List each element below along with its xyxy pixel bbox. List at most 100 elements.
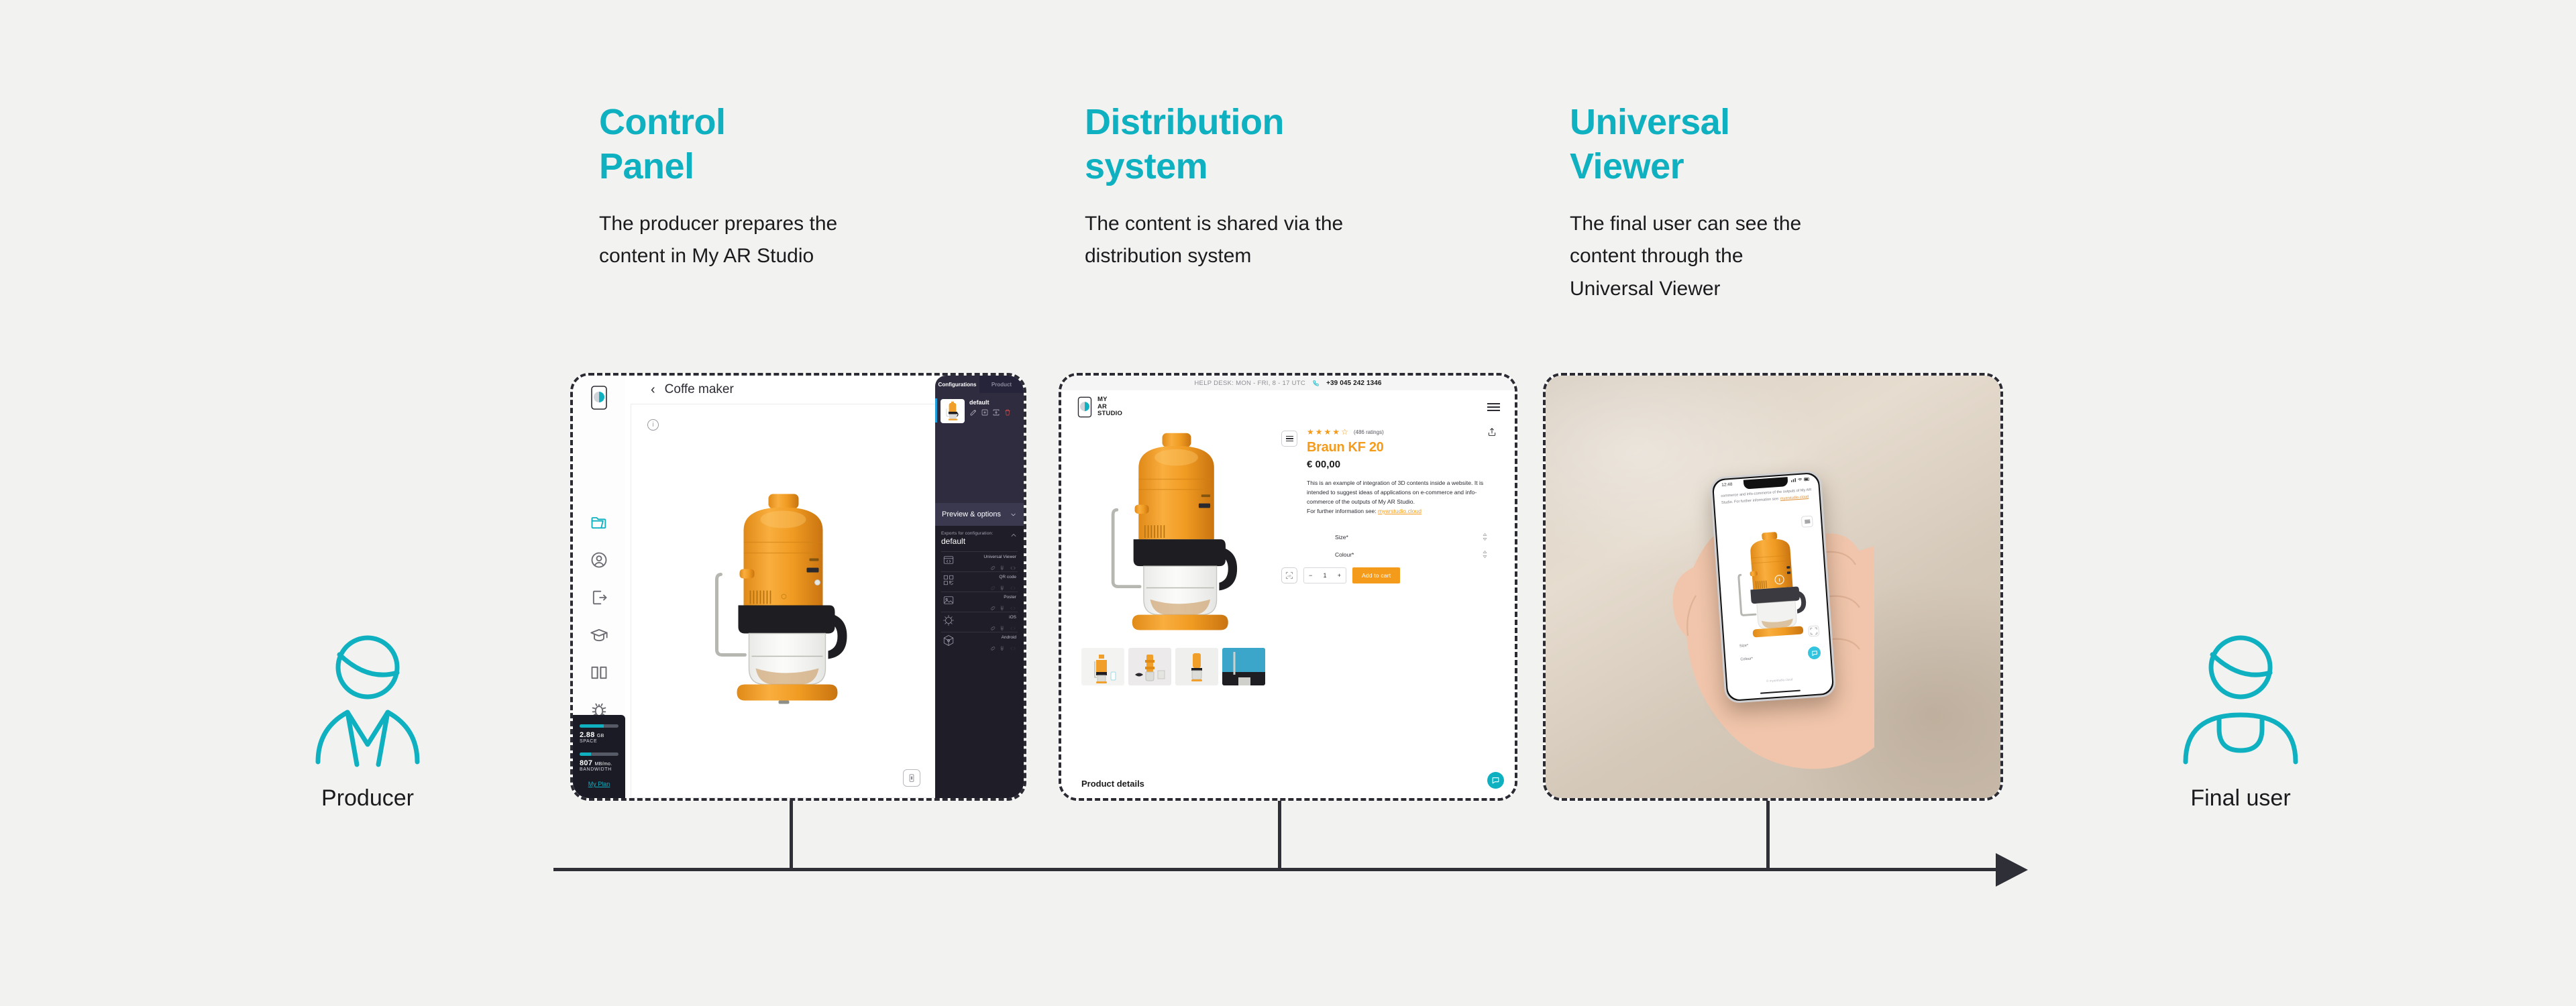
- phone-notch: [1743, 477, 1788, 490]
- code-window-icon: [943, 554, 955, 569]
- link-icon[interactable]: [989, 643, 996, 655]
- final-user-avatar-icon: [2183, 635, 2298, 765]
- option-label: Colour*: [1335, 551, 1354, 558]
- graduation-cap-icon[interactable]: [590, 626, 608, 645]
- product-section: ★ ★ ★ ★ ☆ (486 ratings) Braun KF 20 € 00…: [1061, 424, 1515, 638]
- thumbnail[interactable]: [1081, 648, 1124, 685]
- actor-final-user: Final user: [2127, 630, 2355, 812]
- my-plan-link[interactable]: My Plan: [580, 781, 619, 787]
- column-description: The producer prepares the content in My …: [599, 212, 838, 268]
- help-desk-phone[interactable]: +39 045 242 1346: [1326, 380, 1382, 387]
- folder-icon[interactable]: [590, 513, 608, 532]
- duplicate-icon[interactable]: [981, 408, 989, 416]
- viewer-credit: © myarstudio.cloud: [1766, 677, 1793, 683]
- chevron-up-icon[interactable]: [1010, 531, 1018, 539]
- status-time: 12:48: [1721, 482, 1733, 488]
- distribution-website-screenshot: HELP DESK: MON - FRI, 8 - 17 UTC +39 045…: [1059, 373, 1517, 801]
- bandwidth-label: BANDWIDTH: [580, 767, 612, 772]
- image-icon: [943, 594, 955, 610]
- option-colour[interactable]: Colour*: [1281, 546, 1500, 563]
- logo-line-3: STUDIO: [1097, 410, 1123, 418]
- export-row: Poster: [941, 592, 1018, 612]
- website-navbar: MY AR STUDIO: [1061, 390, 1515, 424]
- timeline-tick-viewer: [1766, 801, 1770, 871]
- coffee-maker-3d-model[interactable]: [1733, 525, 1813, 649]
- view-in-ar-icon[interactable]: [1808, 625, 1820, 637]
- column-title: Control Panel: [599, 102, 726, 186]
- my-ar-studio-logo[interactable]: MY AR STUDIO: [1076, 396, 1122, 418]
- option-size[interactable]: Size*: [1281, 528, 1500, 546]
- bandwidth-value: 807 MB/mo.: [580, 759, 612, 767]
- column-title: Universal Viewer: [1570, 102, 1730, 186]
- exports-caption: Exports for configuration:: [941, 531, 994, 536]
- column-universal-viewer: Universal Viewer The final user can see …: [1570, 101, 1905, 306]
- column-distribution-system: Distribution system The content is share…: [1085, 101, 1407, 273]
- export-label: QR code: [999, 574, 1016, 579]
- quantity-stepper[interactable]: − 1 +: [1303, 567, 1346, 583]
- preview-options-label: Preview & options: [942, 510, 1002, 518]
- rename-icon[interactable]: [992, 408, 1000, 416]
- export-row: Universal Viewer: [941, 551, 1018, 571]
- share-icon[interactable]: [1487, 427, 1497, 441]
- option-colour-label: Colour*: [1740, 657, 1754, 662]
- viewer-link[interactable]: myarstudio.cloud: [1780, 495, 1809, 501]
- app-sidebar: 2.88 GB SPACE 807 MB/mo. BANDWIDTH My Pl…: [573, 376, 625, 798]
- actor-label: Final user: [2190, 785, 2291, 811]
- ar-anchor-icon: [943, 614, 955, 630]
- chat-bubble-icon[interactable]: [1807, 646, 1821, 660]
- list-view-icon[interactable]: [1281, 431, 1297, 447]
- timeline-tick-distribution: [1278, 801, 1281, 871]
- quantity-value: 1: [1323, 571, 1327, 579]
- preview-options-section[interactable]: Preview & options: [935, 503, 1024, 526]
- product-image[interactable]: [1076, 424, 1277, 638]
- info-icon[interactable]: i: [647, 419, 659, 431]
- logout-icon[interactable]: [590, 588, 608, 607]
- home-indicator: [1760, 689, 1801, 694]
- app-main-area: ‹ Coffe maker i: [625, 376, 935, 798]
- ar-view-icon[interactable]: [903, 769, 920, 787]
- status-indicators: [1790, 477, 1811, 484]
- download-icon[interactable]: [1000, 643, 1006, 655]
- control-panel-screenshot: 2.88 GB SPACE 807 MB/mo. BANDWIDTH My Pl…: [570, 373, 1026, 801]
- svg-text:AR: AR: [1287, 574, 1291, 577]
- model-canvas[interactable]: i: [631, 404, 935, 798]
- quantity-minus[interactable]: −: [1309, 572, 1312, 579]
- tab-product[interactable]: Product: [979, 376, 1024, 393]
- stepper-arrows-icon[interactable]: [1482, 533, 1488, 541]
- thumbnail[interactable]: [1175, 648, 1218, 685]
- rating-stars: ★ ★ ★ ★ ☆: [1307, 428, 1348, 436]
- 3d-cube-icon: [943, 634, 955, 650]
- hamburger-menu-icon[interactable]: [1487, 401, 1500, 413]
- actor-producer: Producer: [254, 630, 482, 812]
- my-ar-studio-logo: [589, 385, 609, 414]
- ratings-count: (486 ratings): [1353, 429, 1384, 435]
- panel-tabs: Configurations Product: [935, 376, 1024, 393]
- chevron-down-icon[interactable]: [1010, 511, 1017, 518]
- smartphone: 12:48 commerce and info-commerce of the …: [1709, 469, 1837, 704]
- product-details-heading: Product details: [1081, 779, 1144, 789]
- tab-configurations[interactable]: Configurations: [935, 376, 979, 393]
- add-to-cart-button[interactable]: Add to cart: [1352, 567, 1401, 583]
- star-empty: ☆: [1341, 427, 1348, 437]
- space-label: SPACE: [580, 739, 598, 744]
- view-in-ar-icon[interactable]: AR: [1281, 567, 1297, 583]
- thumbnail[interactable]: [1222, 648, 1265, 685]
- product-link[interactable]: myarstudio.cloud: [1378, 508, 1421, 514]
- delete-icon[interactable]: [1004, 408, 1012, 416]
- stepper-arrows-icon[interactable]: [1482, 550, 1488, 559]
- quantity-plus[interactable]: +: [1338, 572, 1341, 579]
- chat-bubble-icon[interactable]: [1487, 772, 1504, 789]
- coffee-maker-3d-model: [1108, 428, 1246, 642]
- phone-screen[interactable]: 12:48 commerce and info-commerce of the …: [1713, 473, 1833, 701]
- diagram-canvas: Control Panel The producer prepares the …: [0, 0, 2576, 1006]
- star-filled: ★: [1307, 427, 1314, 437]
- thumbnail[interactable]: [1128, 648, 1171, 685]
- book-icon[interactable]: [590, 663, 608, 682]
- column-title: Distribution system: [1085, 102, 1284, 186]
- chevron-left-icon[interactable]: ‹: [651, 383, 655, 396]
- user-circle-icon[interactable]: [590, 551, 608, 569]
- column-control-panel: Control Panel The producer prepares the …: [599, 101, 908, 273]
- edit-icon[interactable]: [969, 408, 977, 416]
- export-label: Universal Viewer: [983, 554, 1016, 559]
- configuration-item[interactable]: default: [935, 393, 1024, 423]
